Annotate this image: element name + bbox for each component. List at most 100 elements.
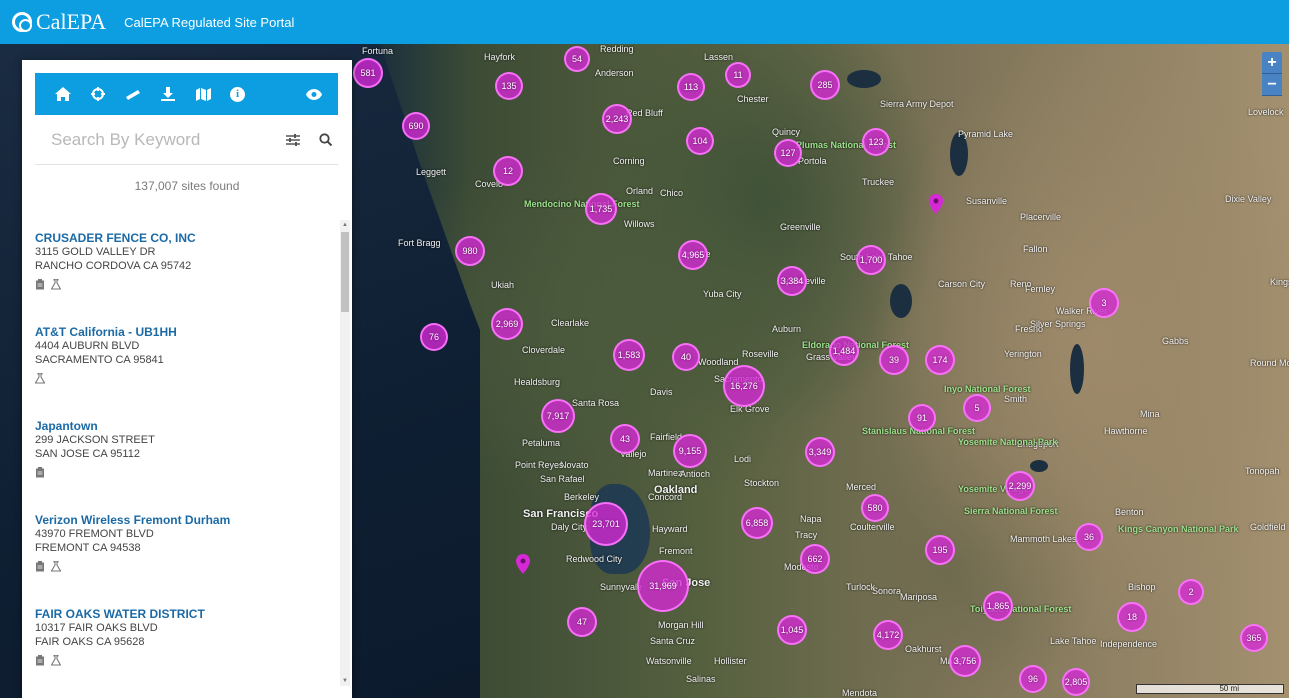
scroll-thumb[interactable] [341, 232, 349, 312]
site-cluster-marker[interactable]: 174 [925, 345, 955, 375]
clipboard-icon[interactable] [35, 561, 45, 572]
site-cluster-marker[interactable]: 1,583 [613, 339, 645, 371]
flask-icon[interactable] [35, 373, 45, 384]
map-place-label: Watsonville [646, 656, 692, 666]
site-cluster-marker[interactable]: 39 [879, 345, 909, 375]
site-cluster-marker[interactable]: 47 [567, 607, 597, 637]
map-place-label: Lake Tahoe [1050, 636, 1097, 646]
site-cluster-marker[interactable]: 1,045 [777, 615, 807, 645]
portal-title[interactable]: CalEPA Regulated Site Portal [124, 15, 294, 30]
site-cluster-marker[interactable]: 365 [1240, 624, 1268, 652]
site-name-link[interactable]: Japantown [35, 419, 352, 433]
location-pin-icon[interactable] [929, 194, 943, 214]
site-cluster-marker[interactable]: 3,384 [777, 266, 807, 296]
site-cluster-marker[interactable]: 3 [1089, 288, 1119, 318]
site-cluster-marker[interactable]: 43 [610, 424, 640, 454]
site-cluster-marker[interactable]: 31,969 [637, 560, 689, 612]
site-cluster-marker[interactable]: 2,243 [602, 104, 632, 134]
location-pin-icon[interactable] [516, 554, 530, 574]
site-cluster-marker[interactable]: 581 [353, 58, 383, 88]
site-cluster-marker[interactable]: 123 [862, 128, 890, 156]
map-place-label: Concord [648, 492, 683, 502]
site-cluster-marker[interactable]: 4,965 [678, 240, 708, 270]
map-place-label: Placerville [1020, 212, 1062, 222]
site-cluster-marker[interactable]: 3,756 [949, 645, 981, 677]
scroll-up-icon[interactable]: ▲ [341, 221, 349, 229]
calepa-logo[interactable]: CalEPA [12, 9, 106, 35]
site-name-link[interactable]: CRUSADER FENCE CO, INC [35, 231, 352, 245]
crosshair-icon[interactable] [86, 82, 110, 106]
site-cluster-marker[interactable]: 76 [420, 323, 448, 351]
site-name-link[interactable]: Verizon Wireless Fremont Durham [35, 513, 352, 527]
clipboard-icon[interactable] [35, 279, 45, 290]
site-cluster-marker[interactable]: 54 [564, 46, 590, 72]
list-item[interactable]: Japantown 299 JACKSON STREET SAN JOSE CA 9… [22, 406, 352, 500]
site-cluster-marker[interactable]: 113 [677, 73, 705, 101]
flask-icon[interactable] [51, 279, 61, 290]
search-icon[interactable] [313, 125, 338, 155]
map-place-label: Leggett [416, 167, 447, 177]
site-cluster-marker[interactable]: 11 [725, 62, 751, 88]
site-cluster-marker[interactable]: 1,865 [983, 591, 1013, 621]
site-cluster-marker[interactable]: 2,805 [1062, 668, 1090, 696]
map-place-label: Quincy [772, 127, 801, 137]
site-cluster-marker[interactable]: 2 [1178, 579, 1204, 605]
flask-icon[interactable] [51, 655, 61, 666]
ruler-icon[interactable] [121, 82, 145, 106]
site-name-link[interactable]: FAIR OAKS WATER DISTRICT [35, 607, 352, 621]
site-cluster-marker[interactable]: 662 [800, 544, 830, 574]
site-cluster-marker[interactable]: 9,155 [673, 434, 707, 468]
download-icon[interactable] [156, 82, 180, 106]
map-place-label: Gabbs [1162, 336, 1189, 346]
site-cluster-marker[interactable]: 2,969 [491, 308, 523, 340]
site-cluster-marker[interactable]: 285 [810, 70, 840, 100]
site-cluster-marker[interactable]: 16,276 [723, 365, 765, 407]
site-cluster-marker[interactable]: 3,349 [805, 437, 835, 467]
site-cluster-marker[interactable]: 1,700 [856, 245, 886, 275]
site-cluster-marker[interactable]: 104 [686, 127, 714, 155]
scroll-down-icon[interactable]: ▼ [341, 677, 349, 685]
site-cluster-marker[interactable]: 36 [1075, 523, 1103, 551]
site-cluster-marker[interactable]: 1,484 [829, 336, 859, 366]
info-icon[interactable]: i [230, 86, 245, 102]
map-place-label: Point Reyes [515, 460, 564, 470]
list-item[interactable]: CRUSADER FENCE CO, INC 3115 GOLD VALLEY D… [22, 218, 352, 312]
list-item[interactable]: Verizon Wireless Fremont Durham 43970 FRE… [22, 500, 352, 594]
scrollbar[interactable]: ▲ ▼ [340, 220, 350, 686]
map-place-label: Antioch [680, 469, 711, 479]
zoom-in-button[interactable]: + [1262, 52, 1282, 74]
eye-icon[interactable] [302, 82, 326, 106]
site-cluster-marker[interactable]: 980 [455, 236, 485, 266]
site-cluster-marker[interactable]: 580 [861, 494, 889, 522]
site-cluster-marker[interactable]: 4,172 [873, 620, 903, 650]
site-cluster-marker[interactable]: 96 [1019, 665, 1047, 693]
map-icon[interactable] [191, 82, 215, 106]
results-list[interactable]: CRUSADER FENCE CO, INC 3115 GOLD VALLEY D… [22, 218, 352, 698]
site-cluster-marker[interactable]: 2,299 [1005, 471, 1035, 501]
site-name-link[interactable]: AT&T California - UB1HH [35, 325, 352, 339]
flask-icon[interactable] [51, 561, 61, 572]
site-cluster-marker[interactable]: 40 [672, 343, 700, 371]
site-cluster-marker[interactable]: 5 [963, 394, 991, 422]
site-cluster-marker[interactable]: 1,735 [585, 193, 617, 225]
site-cluster-marker[interactable]: 91 [908, 404, 936, 432]
home-icon[interactable] [51, 82, 75, 106]
site-address: 4404 AUBURN BLVD [35, 340, 140, 352]
site-cluster-marker[interactable]: 690 [402, 112, 430, 140]
site-cluster-marker[interactable]: 6,858 [741, 507, 773, 539]
map-place-label: Dixie Valley [1225, 194, 1272, 204]
zoom-out-button[interactable]: − [1262, 74, 1282, 96]
site-cluster-marker[interactable]: 195 [925, 535, 955, 565]
site-cluster-marker[interactable]: 18 [1117, 602, 1147, 632]
clipboard-icon[interactable] [35, 655, 45, 666]
filter-sliders-icon[interactable] [280, 125, 305, 155]
site-cluster-marker[interactable]: 7,917 [541, 399, 575, 433]
site-cluster-marker[interactable]: 12 [493, 156, 523, 186]
clipboard-icon[interactable] [35, 467, 45, 478]
list-item[interactable]: FAIR OAKS WATER DISTRICT 10317 FAIR OAKS … [22, 594, 352, 688]
site-cluster-marker[interactable]: 23,701 [584, 502, 628, 546]
site-cluster-marker[interactable]: 135 [495, 72, 523, 100]
site-cluster-marker[interactable]: 127 [774, 139, 802, 167]
list-item[interactable]: AT&T California - UB1HH 4404 AUBURN BLVD S… [22, 312, 352, 406]
search-input[interactable] [35, 129, 272, 150]
